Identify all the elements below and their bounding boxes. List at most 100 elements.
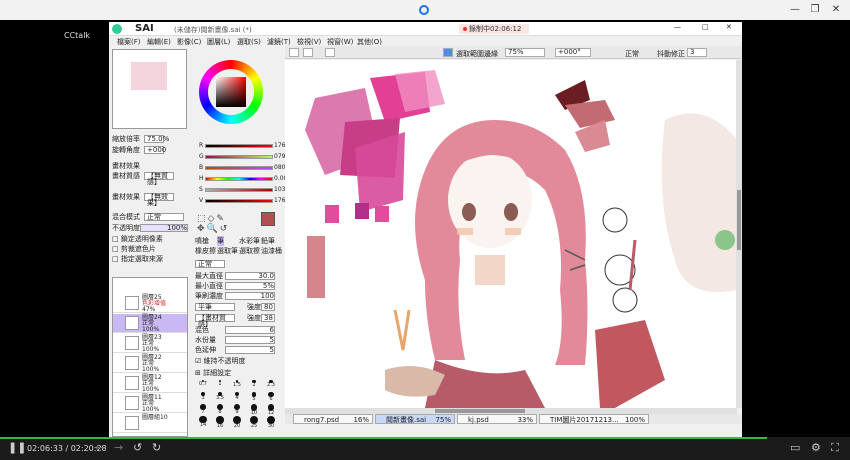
slider-g[interactable]: G 079	[199, 153, 289, 162]
minimize-button[interactable]: —	[788, 3, 802, 16]
slider-v[interactable]: V 176	[199, 197, 289, 206]
layer-item[interactable]: 圖層22 正常 100%	[113, 354, 187, 373]
brush-size-preset[interactable]: 16	[212, 416, 228, 428]
tool-bucket[interactable]: 油漆桶	[261, 246, 282, 256]
select-edge-checkbox[interactable]	[443, 48, 453, 57]
tool-airbrush[interactable]: 噴槍	[195, 236, 209, 246]
sai-close-button[interactable]: ✕	[726, 23, 732, 31]
menu-edit[interactable]: 編輯(E)	[147, 37, 171, 47]
primary-color-swatch[interactable]	[261, 212, 275, 226]
menu-file[interactable]: 檔案(F)	[117, 37, 141, 47]
density-slider[interactable]: 100	[225, 292, 275, 300]
texture-strength-input[interactable]: 38	[261, 314, 275, 322]
brush-size-preset[interactable]: 5	[246, 392, 262, 403]
forward-icon[interactable]: ↻	[152, 441, 161, 454]
brush-size-preset[interactable]: 4	[229, 392, 245, 403]
color-square[interactable]	[216, 77, 246, 107]
stabilizer-select[interactable]: 3	[687, 48, 707, 57]
slider-r[interactable]: R 176	[199, 142, 289, 151]
detail-settings-toggle[interactable]: ⊞ 詳細設定	[195, 369, 275, 378]
zoom-select[interactable]: 75%	[505, 48, 545, 57]
navigator-preview[interactable]	[112, 49, 187, 129]
tool-select-pen[interactable]: 選取筆	[217, 246, 238, 256]
angle-input[interactable]: +000	[144, 146, 166, 154]
layer-item-selected[interactable]: 圖層24 正常 100%	[113, 314, 187, 333]
toolbar-swatch-button[interactable]	[289, 48, 299, 57]
brush-shape-select[interactable]: 平筆	[195, 303, 235, 311]
persistence-slider[interactable]: 5	[225, 346, 275, 354]
keep-opacity-checkbox[interactable]: ☑ 維持不透明度	[195, 357, 275, 366]
chat-toggle-icon[interactable]: ▭	[790, 441, 800, 454]
angle-select[interactable]: +000°	[555, 48, 591, 57]
tool-eraser[interactable]: 橡皮擦	[195, 246, 216, 256]
brush-size-preset[interactable]: 25	[246, 416, 262, 429]
layer-item[interactable]: 圖層組10	[113, 414, 187, 433]
water-slider[interactable]: 5	[225, 336, 275, 344]
brush-mode-select[interactable]: 正常	[195, 260, 225, 268]
brush-size-preset[interactable]: 0.7	[195, 380, 211, 391]
document-tab[interactable]: rong7.psd 16%	[293, 414, 373, 424]
toolbar-swatch-button[interactable]	[303, 48, 313, 57]
selection-source-checkbox[interactable]: □ 指定選取來源	[112, 255, 192, 264]
brush-size-preset[interactable]: 20	[229, 416, 245, 428]
tool-pen[interactable]: 筆	[217, 236, 224, 246]
brush-size-preset[interactable]: 3	[195, 392, 211, 403]
opacity-slider[interactable]: 100%	[140, 224, 188, 232]
slider-h[interactable]: H 0.00	[199, 175, 289, 184]
layer-item[interactable]: 圖層23 正常 100%	[113, 334, 187, 353]
menu-image[interactable]: 影像(C)	[177, 37, 201, 47]
slider-b[interactable]: B 080	[199, 164, 289, 173]
min-size-slider[interactable]: 5%	[225, 282, 275, 290]
sai-minimize-button[interactable]: —	[674, 23, 681, 31]
max-size-slider[interactable]: 30.0	[225, 272, 275, 280]
paper-texture-select[interactable]: 【無質感】	[144, 172, 174, 186]
tool-watercolor[interactable]: 水彩筆	[239, 236, 260, 246]
blend-mode-select[interactable]: 正常	[144, 213, 184, 221]
slider-s[interactable]: S 103	[199, 186, 289, 195]
document-tab[interactable]: TIM圖片20171213... 100%	[539, 414, 649, 424]
document-tab[interactable]: kj.psd 33%	[457, 414, 537, 424]
lock-transparency-checkbox[interactable]: □ 鎖定透明像素	[112, 235, 192, 244]
brush-size-preset[interactable]: 8	[212, 404, 228, 415]
maximize-button[interactable]: ❐	[808, 3, 822, 16]
layer-item[interactable]: 圖層12 正常 100%	[113, 374, 187, 393]
menu-layer[interactable]: 圖層(L)	[207, 37, 230, 47]
layer-item[interactable]: 圖層25 色彩增值 47%	[113, 294, 187, 313]
brush-size-preset[interactable]: 12	[263, 404, 279, 415]
selection-tools[interactable]: ⬚◇✎ ✥🔍↺	[197, 214, 255, 234]
brush-size-preset[interactable]: 1.5	[229, 380, 245, 391]
toolbar-swatch-button[interactable]	[325, 48, 335, 57]
brush-size-preset[interactable]: 7	[195, 404, 211, 415]
paper-effect-select[interactable]: 【無效果】	[144, 193, 174, 207]
video-progress[interactable]	[0, 437, 767, 439]
vertical-scrollbar[interactable]	[736, 60, 742, 408]
prev-icon[interactable]: ←	[95, 441, 104, 454]
document-tab-active[interactable]: 閱新畫像.sai 75%	[375, 414, 455, 424]
brush-texture-select[interactable]: 【畫材質感】	[195, 314, 235, 328]
layer-item[interactable]: 圖層11 正常 100%	[113, 394, 187, 413]
brush-size-preset[interactable]: 2.3	[263, 380, 279, 391]
shape-strength-input[interactable]: 80	[261, 303, 275, 311]
tool-select-eraser[interactable]: 選取擦	[239, 246, 260, 256]
fullscreen-icon[interactable]: ⛶	[831, 441, 839, 455]
menu-select[interactable]: 選取(S)	[237, 37, 261, 47]
pause-icon[interactable]: ❚❚	[8, 441, 26, 454]
brush-size-preset[interactable]: 9	[229, 404, 245, 415]
brush-size-preset[interactable]: 6	[263, 392, 279, 403]
next-icon[interactable]: →	[114, 441, 123, 454]
blend-mode-label[interactable]: 正常	[625, 49, 639, 59]
drawing-canvas[interactable]	[285, 60, 737, 408]
brush-size-preset[interactable]: 3.5	[212, 392, 228, 403]
tool-pencil[interactable]: 鉛筆	[261, 236, 275, 246]
sai-maximize-button[interactable]: □	[702, 23, 709, 31]
rewind-icon[interactable]: ↺	[133, 441, 142, 454]
color-wheel[interactable]	[199, 60, 263, 124]
brush-size-preset[interactable]: 10	[246, 404, 262, 415]
settings-icon[interactable]: ⚙	[811, 441, 821, 454]
zoom-input[interactable]: 75.0%	[144, 135, 169, 143]
brush-size-preset[interactable]: 30	[263, 416, 279, 429]
brush-size-preset[interactable]: 2	[246, 380, 262, 391]
clipping-mask-checkbox[interactable]: □ 剪裁遮色片	[112, 245, 192, 254]
close-button[interactable]: ✕	[829, 3, 843, 16]
brush-size-preset[interactable]: 1	[212, 380, 228, 391]
